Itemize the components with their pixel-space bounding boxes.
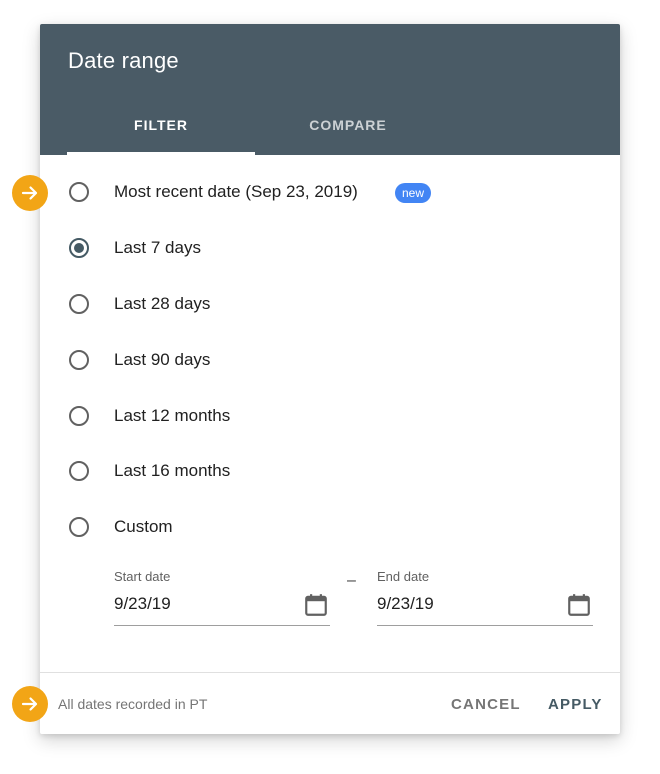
radio-last-7-days[interactable] [69,238,89,258]
option-label: Last 90 days [114,350,211,369]
callout-marker [12,686,48,722]
radio-last-16-months[interactable] [69,461,89,481]
radio-custom[interactable] [69,517,89,537]
option-last-12-months[interactable]: Last 12 months [64,398,584,438]
start-date-underline [114,625,330,626]
start-date-field: Start date [114,564,330,628]
option-last-16-months[interactable]: Last 16 months [64,453,584,493]
option-custom[interactable]: Custom [64,509,584,549]
option-last-28-days[interactable]: Last 28 days [64,286,584,326]
calendar-icon[interactable] [303,592,329,618]
radio-last-90-days[interactable] [69,350,89,370]
arrow-right-icon [21,186,38,200]
dialog-title: Date range [68,48,179,73]
option-most-recent-date[interactable]: Most recent date (Sep 23, 2019) new [64,174,584,214]
apply-button[interactable]: APPLY [548,692,603,718]
end-date-underline [377,625,593,626]
radio-most-recent-date[interactable] [69,182,89,202]
option-label: Last 7 days [114,238,201,257]
end-date-label: End date [377,569,430,584]
start-date-label: Start date [114,569,171,584]
tab-filter[interactable]: FILTER [67,117,255,155]
option-label: Last 16 months [114,461,231,480]
calendar-icon[interactable] [566,592,592,618]
option-last-90-days[interactable]: Last 90 days [64,342,584,382]
arrow-right-icon [21,697,38,711]
dialog-header: Date range FILTER COMPARE [40,24,620,155]
date-range-dialog: Date range FILTER COMPARE Most recent da… [40,24,620,734]
page: Date range FILTER COMPARE Most recent da… [0,0,660,774]
radio-last-28-days[interactable] [69,294,89,314]
cancel-button[interactable]: CANCEL [451,692,521,718]
option-label: Last 12 months [114,406,231,425]
option-label: Custom [114,517,173,536]
start-date-input[interactable] [114,594,294,614]
tab-active-indicator [67,152,255,155]
timezone-note: All dates recorded in PT [58,696,208,712]
date-range-separator: – [347,572,356,589]
tab-compare[interactable]: COMPARE [254,117,442,155]
option-label: Last 28 days [114,294,211,313]
option-label: Most recent date (Sep 23, 2019) [114,182,358,201]
new-badge: new [395,183,432,203]
footer-divider [40,672,620,673]
option-last-7-days[interactable]: Last 7 days [64,230,584,270]
end-date-input[interactable] [377,594,557,614]
callout-marker [12,175,48,211]
end-date-field: End date [377,564,593,628]
radio-last-12-months[interactable] [69,406,89,426]
